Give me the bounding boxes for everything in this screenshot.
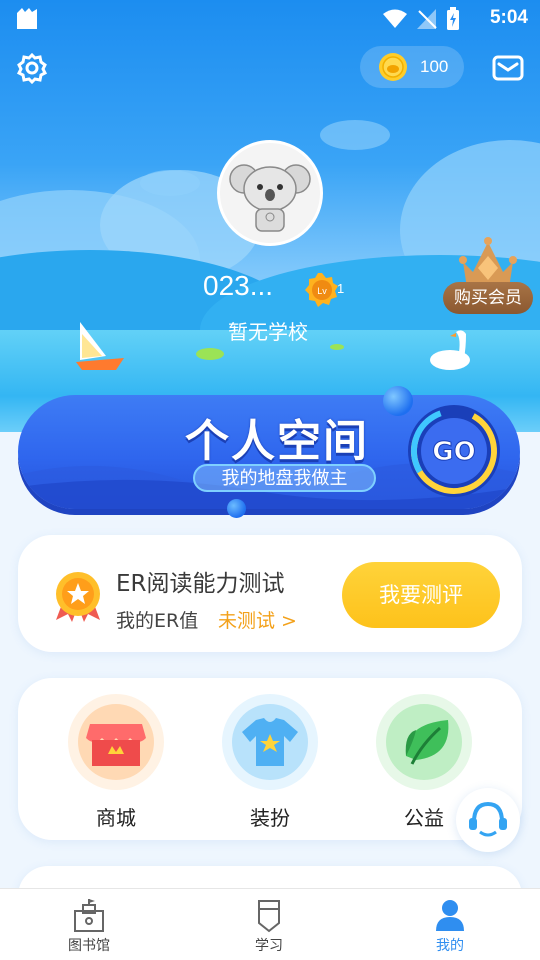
feature-dressup[interactable]: 装扮 [220, 694, 320, 834]
study-icon [258, 900, 280, 933]
tshirt-icon [242, 718, 298, 766]
personal-space-subtitle: 我的地盘我做主 [193, 464, 376, 492]
personal-space-title: 个人空间 [185, 416, 369, 467]
wifi-icon [383, 9, 407, 28]
shop-icon [86, 724, 146, 766]
lily-pad [330, 344, 344, 350]
level-badge-icon[interactable]: Lv [304, 272, 340, 308]
goose-illustration [430, 330, 470, 370]
cloud [320, 120, 390, 150]
buy-vip-button[interactable]: 购买会员 [443, 282, 533, 314]
school-name: 暂无学校 [228, 320, 308, 344]
mail-icon[interactable] [492, 54, 524, 82]
settings-icon[interactable] [16, 52, 48, 84]
customer-service-button[interactable] [456, 788, 520, 852]
nav-label: 学习 [255, 938, 283, 954]
koala-avatar-icon [229, 164, 311, 232]
go-button[interactable]: GO [406, 403, 502, 499]
battery-icon [447, 7, 459, 30]
feature-label: 商城 [96, 806, 136, 830]
nav-study[interactable]: 学习 [209, 889, 329, 960]
profile-icon [436, 900, 464, 931]
decor-ball [227, 499, 246, 518]
nav-label: 图书馆 [68, 938, 110, 954]
er-test-title: ER阅读能力测试 [116, 571, 285, 597]
avatar[interactable] [217, 140, 323, 246]
nav-library[interactable]: 图书馆 [29, 889, 149, 960]
status-icons [382, 7, 460, 31]
medal-icon [56, 572, 100, 622]
username: 023... [203, 270, 274, 301]
cloud [140, 170, 200, 196]
nav-label: 我的 [436, 938, 464, 954]
er-status-link[interactable]: 未测试 > [218, 606, 297, 633]
no-signal-icon [417, 9, 437, 29]
er-value-label: 我的ER值 [116, 610, 199, 632]
go-label: GO [432, 437, 475, 467]
library-icon [74, 899, 104, 932]
feature-shop[interactable]: 商城 [66, 694, 166, 834]
level-badge-text: Lv [317, 286, 327, 296]
leaf-icon [405, 720, 449, 765]
coin-count: 100 [420, 57, 449, 76]
level-number: 1 [337, 281, 345, 296]
status-bar: 5:04 [0, 0, 540, 36]
coin-balance[interactable]: 100 [360, 46, 464, 88]
notification-icon [17, 8, 37, 29]
feature-label: 装扮 [250, 806, 290, 830]
lily-pad [196, 348, 224, 360]
coin-icon [379, 53, 407, 81]
headset-icon [469, 801, 507, 837]
sailboat-illustration [76, 322, 124, 370]
bottom-nav: 图书馆 学习 我的 [0, 888, 540, 960]
start-test-button[interactable]: 我要测评 [342, 562, 500, 628]
clock: 5:04 [489, 7, 528, 28]
nav-profile[interactable]: 我的 [390, 889, 510, 960]
